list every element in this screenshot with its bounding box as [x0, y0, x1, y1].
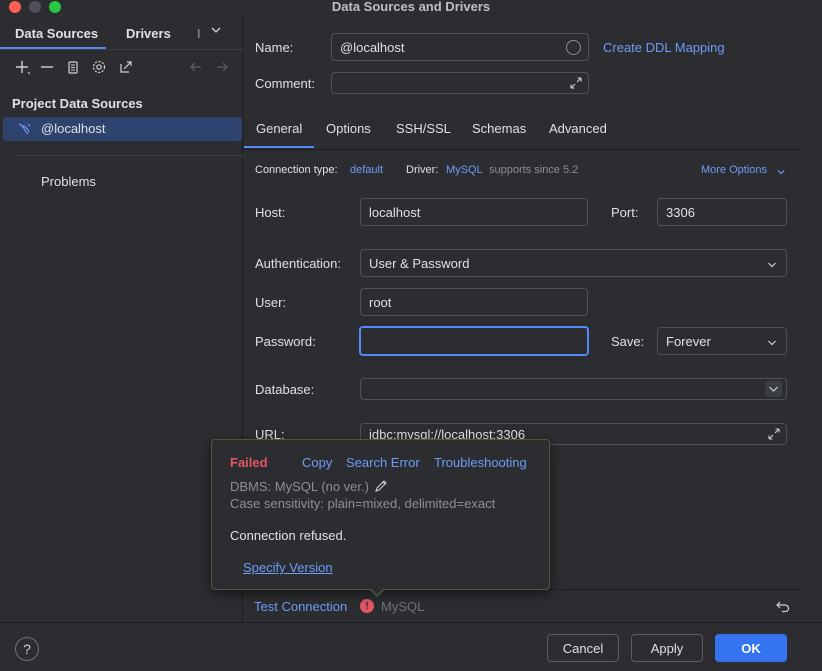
- project-data-sources-title: Project Data Sources: [12, 96, 143, 111]
- tab-advanced[interactable]: Advanced: [549, 121, 607, 136]
- popup-arrow-inner: [370, 588, 384, 595]
- gear-icon[interactable]: [90, 58, 108, 76]
- divider: [0, 49, 243, 50]
- port-value: 3306: [666, 204, 695, 220]
- sidebar-item-label: @localhost: [41, 121, 106, 136]
- settings-tabs: General Options SSH/SSL Schemas Advanced: [243, 106, 800, 150]
- expand-icon[interactable]: [767, 427, 781, 444]
- add-icon[interactable]: [13, 58, 31, 76]
- authentication-label: Authentication:: [255, 256, 342, 271]
- tab-schemas[interactable]: Schemas: [472, 121, 526, 136]
- user-input[interactable]: root: [360, 288, 588, 316]
- database-label: Database:: [255, 382, 315, 397]
- scroll-edge: [800, 14, 822, 622]
- open-external-icon[interactable]: [117, 58, 135, 76]
- troubleshooting-link[interactable]: Troubleshooting: [434, 455, 527, 470]
- create-ddl-mapping-link[interactable]: Create DDL Mapping: [603, 40, 725, 55]
- pencil-icon[interactable]: [374, 479, 388, 496]
- password-input[interactable]: [359, 326, 589, 356]
- save-select[interactable]: Forever: [657, 327, 787, 355]
- status-badge: Failed: [230, 455, 268, 470]
- driver-note: supports since 5.2: [489, 164, 579, 176]
- error-icon[interactable]: !: [360, 599, 374, 613]
- mysql-dolphin-icon: [17, 121, 33, 137]
- connection-type-value[interactable]: default: [350, 164, 383, 176]
- expand-icon[interactable]: [569, 76, 583, 93]
- user-value: root: [369, 294, 392, 310]
- forward-arrow-icon[interactable]: [213, 58, 231, 76]
- connection-type-label: Connection type:: [255, 164, 338, 176]
- tab-options[interactable]: Options: [326, 121, 371, 136]
- test-driver-label: MySQL: [381, 599, 425, 614]
- connection-failed-popup: Failed Copy Search Error Troubleshooting…: [211, 439, 550, 590]
- driver-label: Driver:: [406, 164, 439, 176]
- left-tabs: Data Sources Drivers I: [0, 24, 243, 49]
- specify-version-link[interactable]: Specify Version: [243, 560, 333, 575]
- left-toolbar: [0, 58, 243, 78]
- chevron-down-icon[interactable]: [776, 165, 786, 180]
- test-connection-link[interactable]: Test Connection: [254, 599, 347, 614]
- remove-icon[interactable]: [38, 58, 56, 76]
- tab-ssh-ssl[interactable]: SSH/SSL: [396, 121, 451, 136]
- window-title: Data Sources and Drivers: [331, 0, 491, 14]
- name-value: @localhost: [340, 39, 405, 55]
- host-label: Host:: [255, 205, 286, 220]
- divider: [15, 155, 280, 156]
- cancel-button[interactable]: Cancel: [547, 634, 619, 662]
- back-arrow-icon[interactable]: [187, 58, 205, 76]
- authentication-value: User & Password: [369, 255, 470, 271]
- more-options-link[interactable]: More Options: [701, 164, 767, 176]
- apply-button[interactable]: Apply: [631, 634, 703, 662]
- left-panel: Data Sources Drivers I Project Data Sour: [0, 14, 280, 622]
- chevron-down-icon[interactable]: [765, 381, 782, 397]
- tab-data-sources[interactable]: Data Sources: [0, 26, 107, 49]
- comment-input[interactable]: [331, 72, 589, 94]
- title-bar: Data Sources and Drivers: [0, 0, 822, 14]
- port-label: Port:: [611, 205, 639, 220]
- user-label: User:: [255, 295, 287, 310]
- port-input[interactable]: 3306: [657, 198, 787, 226]
- chevron-down-icon: [767, 336, 777, 351]
- sidebar-item-problems[interactable]: Problems: [41, 174, 96, 189]
- authentication-select[interactable]: User & Password: [360, 249, 787, 277]
- ok-button[interactable]: OK: [715, 634, 787, 662]
- case-sensitivity-info: Case sensitivity: plain=mixed, delimited…: [230, 496, 496, 511]
- copy-link[interactable]: Copy: [302, 455, 332, 470]
- password-label: Password:: [255, 334, 316, 349]
- host-value: localhost: [369, 204, 421, 220]
- save-label: Save:: [611, 334, 645, 349]
- database-select[interactable]: [360, 378, 787, 400]
- save-value: Forever: [666, 333, 711, 349]
- name-label: Name:: [255, 40, 294, 55]
- dbms-info: DBMS: MySQL (no ver.): [230, 479, 369, 494]
- sidebar-item-localhost[interactable]: @localhost: [3, 117, 242, 141]
- name-input[interactable]: @localhost: [331, 33, 589, 61]
- duplicate-icon[interactable]: [64, 58, 82, 76]
- search-error-link[interactable]: Search Error: [346, 455, 420, 470]
- driver-value[interactable]: MySQL: [446, 164, 483, 176]
- comment-label: Comment:: [255, 76, 315, 91]
- error-message: Connection refused.: [230, 528, 347, 543]
- revert-icon[interactable]: [775, 598, 791, 617]
- host-input[interactable]: localhost: [360, 198, 588, 226]
- tab-overflow[interactable]: I: [197, 26, 201, 41]
- tab-general[interactable]: General: [243, 121, 315, 148]
- chevron-down-icon: [767, 258, 777, 273]
- chevron-down-icon[interactable]: [210, 24, 222, 39]
- help-button[interactable]: ?: [15, 637, 39, 661]
- color-circle-icon[interactable]: [566, 40, 581, 55]
- tab-drivers[interactable]: Drivers: [126, 26, 171, 41]
